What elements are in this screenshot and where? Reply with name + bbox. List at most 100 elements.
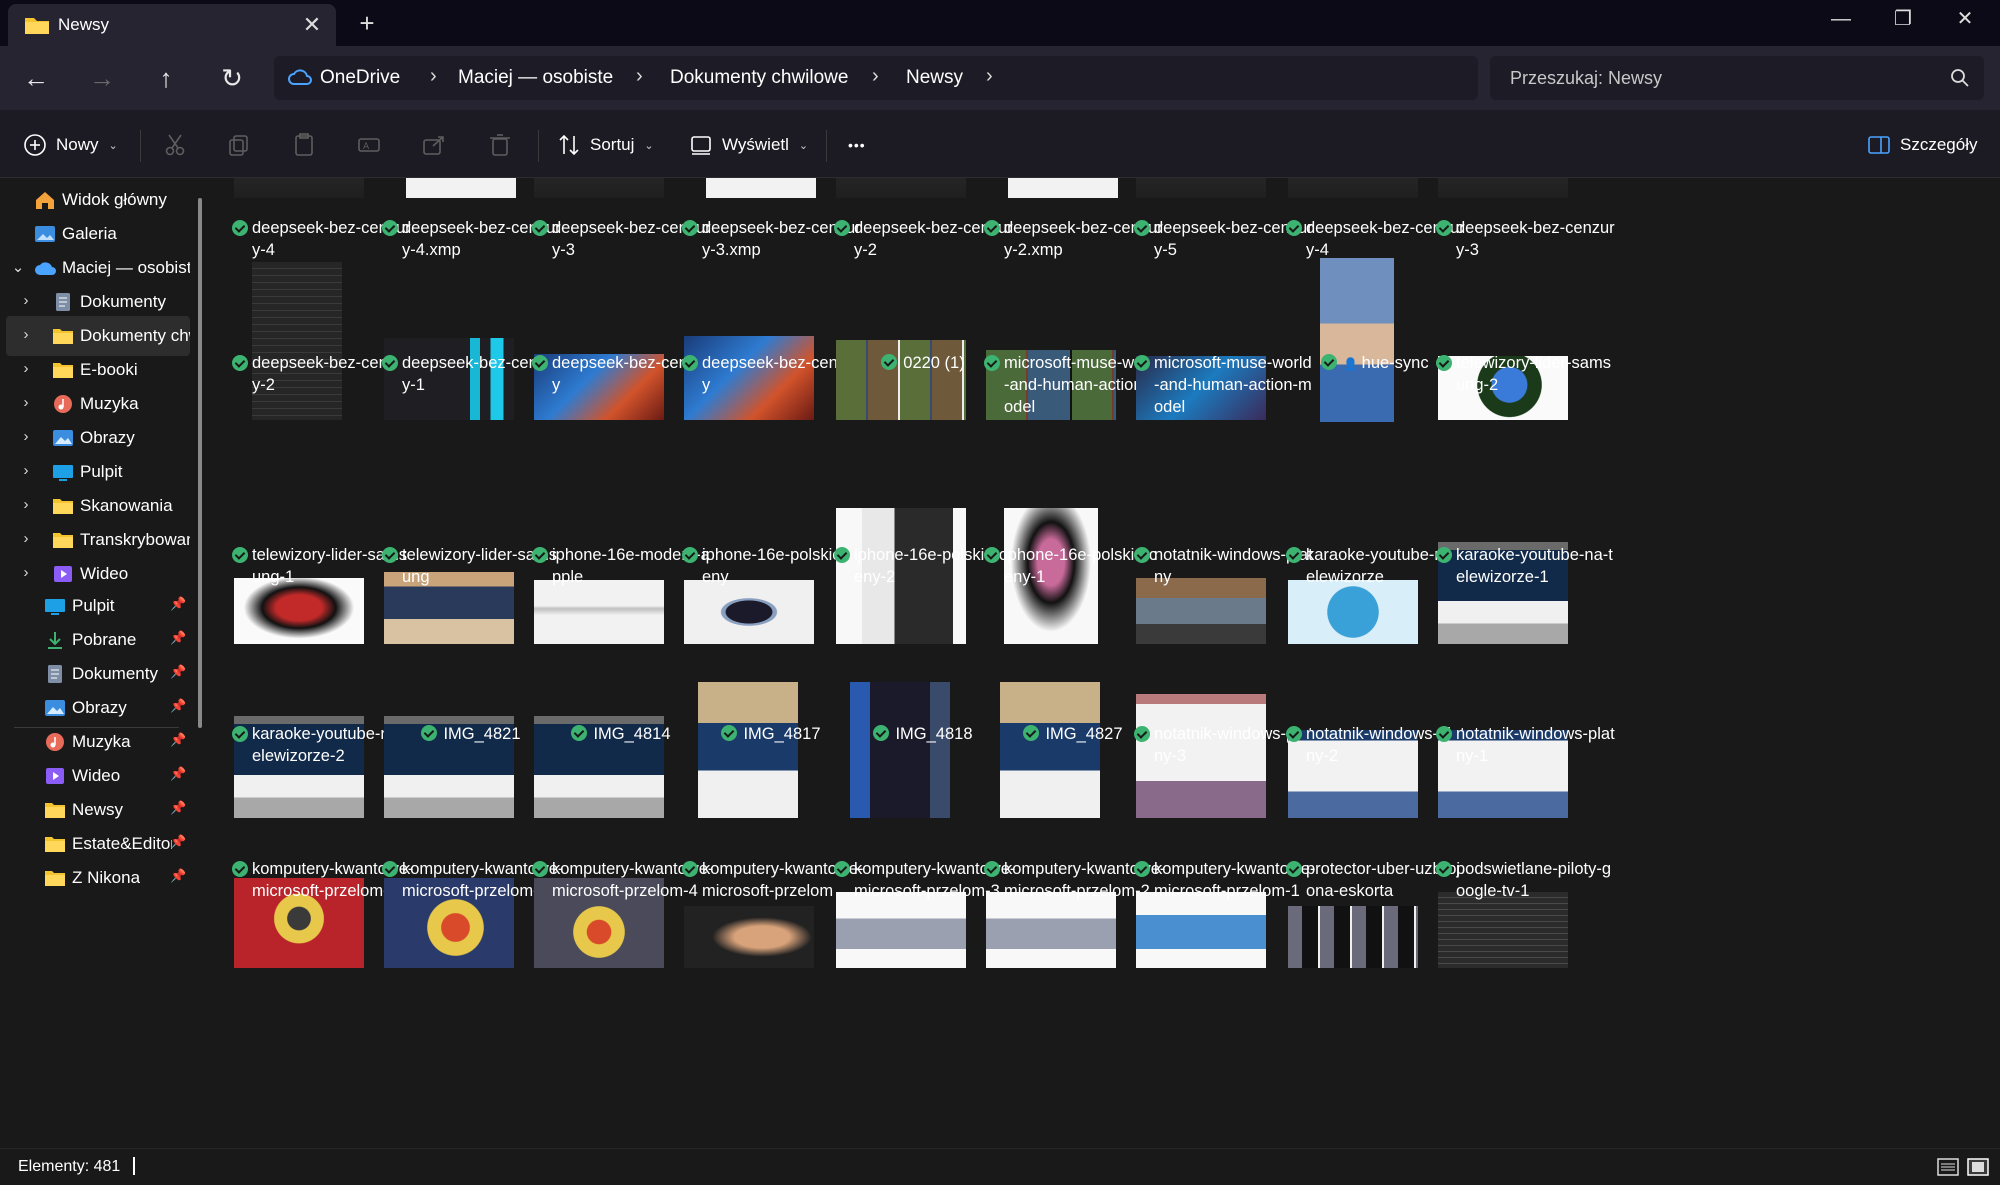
- paste-button[interactable]: [291, 130, 317, 160]
- file-name: karaoke-youtube-na-telewizorze-1: [1456, 546, 1613, 586]
- sync-status-icon: [984, 861, 1000, 877]
- close-tab-icon[interactable]: ✕: [298, 11, 326, 39]
- file-thumbnail[interactable]: [1288, 580, 1418, 644]
- file-thumbnail[interactable]: [836, 178, 966, 198]
- copy-button[interactable]: [226, 130, 252, 160]
- chevron-right-icon[interactable]: ›: [18, 530, 34, 547]
- chevron-right-icon[interactable]: ›: [18, 292, 34, 309]
- details-pane-icon: [1868, 136, 1890, 154]
- pin-icon[interactable]: 📌: [170, 630, 186, 646]
- chevron-right-icon[interactable]: ›: [18, 326, 34, 343]
- rename-button[interactable]: A: [356, 130, 382, 160]
- pin-icon[interactable]: 📌: [170, 800, 186, 816]
- up-button[interactable]: ↑: [146, 58, 186, 98]
- file-thumbnail[interactable]: [1136, 178, 1266, 198]
- file-thumbnail[interactable]: [406, 178, 516, 198]
- chevron-right-icon[interactable]: ›: [636, 65, 643, 88]
- search-input[interactable]: [1490, 56, 1930, 100]
- file-thumbnail[interactable]: [252, 262, 342, 420]
- share-button[interactable]: [421, 130, 447, 160]
- toolbar-divider: [826, 130, 827, 162]
- file-thumbnail[interactable]: [1136, 892, 1266, 968]
- sync-status-icon: [1436, 726, 1452, 742]
- file-thumbnail[interactable]: [706, 178, 816, 198]
- sidebar-item-label: Dokumenty: [80, 292, 166, 311]
- chevron-right-icon[interactable]: ›: [18, 462, 34, 479]
- new-label: Nowy: [56, 135, 99, 154]
- refresh-button[interactable]: ↻: [212, 58, 252, 98]
- file-name: podswietlane-piloty-google-tv-1: [1456, 860, 1612, 900]
- minimize-button[interactable]: —: [1810, 0, 1872, 40]
- sort-button[interactable]: Sortuj ⌄: [556, 130, 654, 160]
- sync-status-icon: [1286, 220, 1302, 236]
- file-thumbnail[interactable]: [1438, 178, 1568, 198]
- chevron-right-icon[interactable]: ›: [430, 65, 437, 88]
- sidebar-scrollbar[interactable]: [198, 198, 202, 728]
- scissors-icon: [165, 134, 185, 156]
- quick-access-z-nikona[interactable]: Z Nikona 📌: [6, 858, 190, 898]
- quick-access-label: Pulpit: [72, 596, 115, 615]
- chevron-right-icon[interactable]: ›: [18, 564, 34, 581]
- file-thumbnail[interactable]: [684, 580, 814, 644]
- file-thumbnail[interactable]: [1008, 178, 1118, 198]
- toolbar-divider: [140, 130, 141, 162]
- file-thumbnail[interactable]: [534, 580, 664, 644]
- file-thumbnail[interactable]: [836, 892, 966, 968]
- address-bar[interactable]: OneDrive › Maciej — osobiste › Dokumenty…: [274, 56, 1478, 100]
- file-thumbnail[interactable]: [1288, 178, 1418, 198]
- details-view-icon[interactable]: [1936, 1156, 1960, 1178]
- pin-icon[interactable]: 📌: [170, 766, 186, 782]
- file-thumbnail[interactable]: [850, 682, 950, 818]
- pin-icon[interactable]: 📌: [170, 868, 186, 884]
- pin-icon[interactable]: 📌: [170, 834, 186, 850]
- file-name-text: IMG_4827: [1045, 725, 1123, 743]
- file-thumbnail[interactable]: [1438, 892, 1568, 968]
- file-thumbnail[interactable]: [1000, 682, 1100, 818]
- thumbnail-view-icon[interactable]: [1966, 1156, 1990, 1178]
- delete-button[interactable]: [487, 130, 513, 160]
- forward-button[interactable]: →: [82, 58, 122, 98]
- file-thumbnail[interactable]: [534, 178, 664, 198]
- sync-status-icon: [532, 220, 548, 236]
- file-thumbnail[interactable]: [234, 178, 364, 198]
- file-thumbnail[interactable]: [684, 906, 814, 968]
- chevron-right-icon[interactable]: ›: [986, 65, 993, 88]
- pin-icon[interactable]: 📌: [170, 698, 186, 714]
- view-button[interactable]: Wyświetl ⌄: [688, 130, 808, 160]
- chevron-right-icon[interactable]: ›: [872, 65, 879, 88]
- chevron-right-icon[interactable]: ›: [18, 496, 34, 513]
- tab-newsy[interactable]: Newsy ✕: [8, 4, 336, 46]
- file-thumbnail[interactable]: [698, 682, 798, 818]
- breadcrumb-newsy[interactable]: Newsy: [906, 67, 963, 89]
- close-window-button[interactable]: ✕: [1934, 0, 1996, 40]
- pin-icon[interactable]: 📌: [170, 664, 186, 680]
- search-icon[interactable]: [1950, 68, 1970, 88]
- new-tab-button[interactable]: +: [352, 8, 382, 38]
- breadcrumb-onedrive[interactable]: OneDrive: [320, 67, 400, 89]
- file-thumbnail[interactable]: [1288, 906, 1418, 968]
- folder-icon: [25, 18, 49, 34]
- breadcrumb-maciej[interactable]: Maciej — osobiste: [458, 67, 613, 89]
- back-button[interactable]: ←: [16, 58, 56, 98]
- file-thumbnail[interactable]: [1320, 258, 1394, 422]
- chevron-right-icon[interactable]: ›: [18, 394, 34, 411]
- chevron-down-icon[interactable]: ⌄: [10, 258, 26, 276]
- new-button[interactable]: Nowy ⌄: [22, 130, 118, 160]
- tab-title: Newsy: [58, 15, 110, 34]
- details-button[interactable]: Szczegóły: [1866, 130, 1977, 160]
- restore-button[interactable]: ❐: [1872, 0, 1934, 40]
- details-label: Szczegóły: [1900, 135, 1978, 154]
- pin-icon[interactable]: 📌: [170, 732, 186, 748]
- chevron-right-icon[interactable]: ›: [18, 360, 34, 377]
- cut-button[interactable]: [162, 130, 188, 160]
- file-thumbnail[interactable]: [986, 892, 1116, 968]
- quick-access-label: Estate&Editor: [72, 834, 172, 853]
- sync-status-icon: [1321, 354, 1338, 370]
- pin-icon[interactable]: 📌: [170, 596, 186, 612]
- search-box[interactable]: [1490, 56, 1984, 100]
- more-options-button[interactable]: •••: [848, 130, 866, 160]
- breadcrumb-dokumenty-chwilowe[interactable]: Dokumenty chwilowe: [670, 67, 848, 89]
- chevron-right-icon[interactable]: ›: [18, 428, 34, 445]
- sync-status-icon: [232, 355, 248, 371]
- sync-status-icon: [873, 725, 890, 741]
